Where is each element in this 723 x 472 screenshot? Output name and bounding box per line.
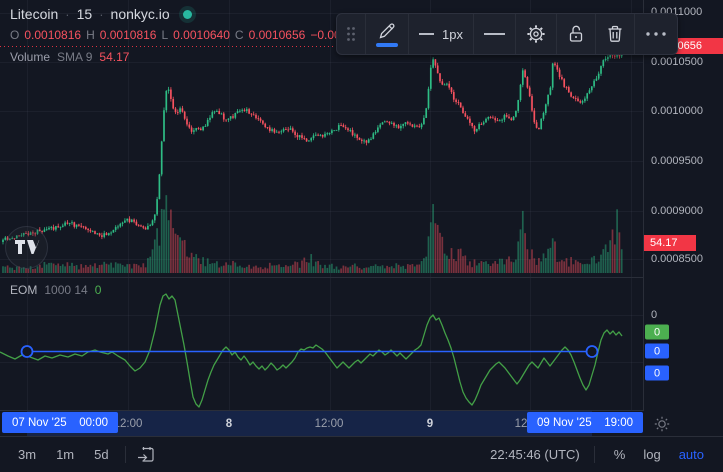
range-buttons: 3m1m5d bbox=[0, 443, 117, 466]
time-tick: 9 bbox=[427, 418, 433, 430]
timezone-theme-button[interactable] bbox=[652, 414, 672, 434]
range-button-3m[interactable]: 3m bbox=[10, 443, 44, 466]
ellipsis-icon bbox=[645, 31, 667, 37]
drag-dots-icon bbox=[346, 26, 356, 42]
log-scale-button[interactable]: log bbox=[636, 443, 667, 466]
price-tick: 0.0010000 bbox=[651, 105, 703, 117]
time-tick: 8 bbox=[226, 418, 232, 430]
chart-canvas[interactable] bbox=[0, 0, 723, 472]
clock-label[interactable]: 22:45:46 (UTC) bbox=[488, 443, 582, 466]
volume-legend-row[interactable]: Volume SMA 9 54.17 bbox=[10, 50, 129, 64]
eom-params: 1000 14 bbox=[44, 283, 87, 297]
range-button-5d[interactable]: 5d bbox=[86, 443, 116, 466]
close-value: 0.0010656 bbox=[249, 28, 306, 42]
percent-scale-button[interactable]: % bbox=[607, 443, 633, 466]
market-status-dot[interactable] bbox=[183, 10, 192, 19]
bottom-toolbar: 3m1m5d 22:45:46 (UTC) % log auto bbox=[0, 436, 723, 472]
goto-date-button[interactable] bbox=[134, 442, 160, 468]
low-label: L bbox=[161, 28, 168, 42]
more-options-button[interactable] bbox=[635, 14, 677, 54]
pencil-icon bbox=[377, 22, 397, 41]
price-tick: 0.0009500 bbox=[651, 155, 703, 167]
volume-label: Volume bbox=[10, 50, 50, 64]
open-value: 0.0010816 bbox=[24, 28, 81, 42]
active-color-swatch bbox=[376, 43, 398, 47]
volume-value-label: 54.17 bbox=[644, 235, 696, 251]
goto-date-icon bbox=[137, 446, 156, 464]
symbol-name[interactable]: Litecoin bbox=[10, 6, 58, 22]
price-tick: 0.0008500 bbox=[651, 253, 703, 265]
line-width-preview bbox=[419, 33, 434, 35]
settings-button[interactable] bbox=[516, 14, 556, 54]
tradingview-watermark bbox=[5, 226, 48, 269]
time-tick: 12:00 bbox=[315, 418, 344, 430]
high-value: 0.0010816 bbox=[100, 28, 157, 42]
close-label: C bbox=[235, 28, 244, 42]
toolbar-drag-handle[interactable] bbox=[337, 14, 365, 54]
price-axis[interactable]: 0.00110000.00105000.00100000.00095000.00… bbox=[643, 0, 723, 435]
price-tick: 0.0010500 bbox=[651, 56, 703, 68]
interval-label[interactable]: 15 bbox=[77, 6, 93, 22]
price-tick: 0.0009000 bbox=[651, 205, 703, 217]
trash-icon bbox=[606, 24, 624, 44]
legend-separator: · bbox=[99, 7, 103, 22]
volume-value: 54.17 bbox=[99, 50, 129, 64]
tradingview-logo-icon bbox=[14, 239, 40, 257]
line-width-button[interactable]: 1px bbox=[409, 14, 473, 54]
symbol-legend[interactable]: Litecoin · 15 · nonkyc.io bbox=[10, 6, 192, 22]
candles-layer bbox=[2, 49, 622, 244]
lock-button[interactable] bbox=[557, 14, 595, 54]
eom-indicator-line bbox=[0, 294, 622, 407]
unlock-icon bbox=[567, 24, 585, 44]
footer-divider bbox=[594, 446, 595, 463]
range-button-1m[interactable]: 1m bbox=[48, 443, 82, 466]
delete-button[interactable] bbox=[596, 14, 634, 54]
footer-right-group: 22:45:46 (UTC) % log auto bbox=[488, 443, 723, 466]
sun-icon bbox=[654, 416, 670, 432]
line-width-label: 1px bbox=[442, 27, 463, 42]
eom-axis-badge: 0 bbox=[645, 366, 669, 381]
exchange-label[interactable]: nonkyc.io bbox=[111, 6, 170, 22]
drawing-toolbar: 1px bbox=[336, 13, 678, 55]
eom-value: 0 bbox=[95, 283, 102, 297]
eom-legend-row[interactable]: EOM 1000 14 0 bbox=[10, 283, 101, 297]
legend-separator: · bbox=[65, 7, 69, 22]
trendline-handle[interactable] bbox=[22, 346, 33, 357]
eom-axis-badge: 0 bbox=[645, 344, 669, 359]
line-style-button[interactable] bbox=[474, 14, 515, 54]
volume-sma-label: SMA 9 bbox=[57, 50, 92, 64]
eom-axis-badge: 0 bbox=[645, 325, 669, 340]
line-color-button[interactable] bbox=[366, 14, 408, 54]
line-style-preview bbox=[484, 33, 505, 35]
footer-divider bbox=[125, 446, 126, 463]
high-label: H bbox=[86, 28, 95, 42]
low-value: 0.0010640 bbox=[173, 28, 230, 42]
auto-scale-button[interactable]: auto bbox=[672, 443, 711, 466]
trendline-time-label[interactable]: 07 Nov '2500:00 bbox=[2, 412, 118, 433]
open-label: O bbox=[10, 28, 19, 42]
trading-chart-app: Litecoin · 15 · nonkyc.io O 0.0010816 H 0.… bbox=[0, 0, 723, 472]
trendline-handle[interactable] bbox=[587, 346, 598, 357]
eom-label: EOM bbox=[10, 283, 37, 297]
gear-icon bbox=[526, 24, 546, 44]
trendline-time-label[interactable]: 09 Nov '2519:00 bbox=[527, 412, 643, 433]
time-axis[interactable]: 12:00812:00912:0007 Nov '2500:0009 Nov '… bbox=[0, 411, 723, 436]
price-tick: 0 bbox=[651, 309, 657, 321]
